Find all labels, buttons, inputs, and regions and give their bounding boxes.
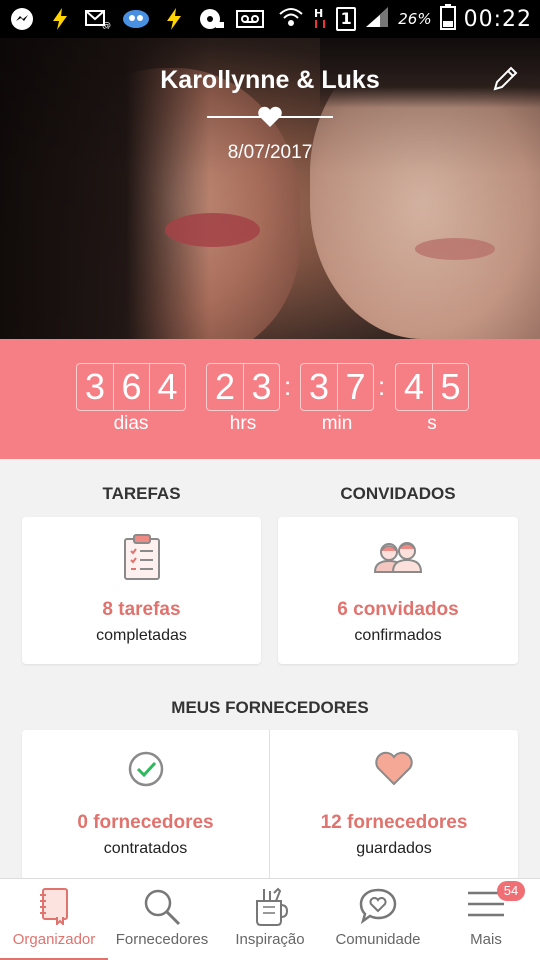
checkmark-circle-icon (128, 751, 163, 787)
saved-count: 12 fornecedores (320, 812, 468, 833)
hours-digits: 2 3 (206, 363, 280, 411)
hired-caption: contratados (103, 840, 188, 857)
search-icon (144, 889, 181, 926)
tasks-card[interactable]: 8 tarefas completadas (22, 517, 261, 664)
vendors-heading: MEUS FORNECEDORES (171, 698, 369, 717)
seconds-label: s (427, 413, 437, 434)
lightning-icon (160, 8, 188, 30)
notification-badge: 54 (497, 881, 525, 901)
nav-label: Mais (470, 931, 502, 948)
nav-label: Organizador (12, 931, 96, 948)
messenger-icon (8, 8, 36, 30)
battery-icon (439, 4, 456, 34)
nav-inspiracao[interactable]: Inspiração (216, 879, 324, 960)
svg-text:H: H (314, 7, 323, 20)
app-notification-icon (122, 8, 150, 30)
wifi-icon (278, 6, 304, 32)
nav-organizador[interactable]: Organizador (0, 879, 108, 960)
time-separator: : (378, 371, 386, 401)
nav-comunidade[interactable]: Comunidade (324, 879, 432, 960)
voicemail-icon (236, 8, 264, 30)
clipboard-checklist-icon (123, 534, 160, 580)
minutes-digits: 3 7 (300, 363, 374, 411)
disc-icon (198, 8, 226, 30)
nav-label: Fornecedores (115, 931, 209, 948)
vendors-card: 0 fornecedores contratados 12 fornecedor… (22, 730, 518, 880)
countdown-panel: 3 6 4 2 3 : 3 7 : 4 5 dias hrs min s (0, 339, 540, 459)
digit: 7 (337, 364, 373, 410)
saved-vendors[interactable]: 12 fornecedores guardados (270, 730, 518, 880)
notebook-icon (40, 888, 68, 925)
sim-slot-icon: 1 (336, 7, 357, 31)
nav-label: Comunidade (335, 931, 421, 948)
digit: 3 (308, 366, 330, 407)
heart-icon (375, 751, 413, 786)
bottom-navigation: Organizador Fornecedores Inspiração Comu… (0, 878, 540, 960)
couple-photo: Karollynne & Luks 8/07/2017 (0, 38, 540, 339)
guests-count: 6 convidados (337, 599, 459, 620)
signal-h-icon: H (312, 5, 328, 33)
digit: 6 (113, 364, 149, 410)
time-separator: : (284, 371, 292, 401)
guests-heading: CONVIDADOS (340, 484, 456, 503)
clock: 00:22 (463, 6, 532, 32)
days-label: dias (113, 413, 149, 434)
digit: 4 (403, 366, 425, 407)
chat-heart-icon (359, 888, 397, 925)
hired-count: 0 fornecedores (77, 812, 214, 833)
minutes-label: min (321, 413, 353, 434)
heart-icon (258, 106, 282, 127)
couple-names: Karollynne & Luks (160, 66, 380, 94)
lightning-icon (46, 8, 74, 30)
saved-caption: guardados (356, 840, 432, 857)
guests-card[interactable]: 6 convidados confirmados (278, 517, 518, 664)
digit: 2 (214, 366, 236, 407)
status-bar: @ H 1 26% 00:22 (0, 0, 540, 38)
tasks-heading: TAREFAS (102, 484, 181, 503)
digit: 5 (432, 364, 468, 410)
digit: 4 (149, 364, 185, 410)
wedding-date: 8/07/2017 (227, 142, 313, 163)
hired-vendors[interactable]: 0 fornecedores contratados (22, 730, 269, 880)
battery-percent: 26% (398, 10, 432, 28)
hours-label: hrs (229, 413, 257, 434)
tasks-count: 8 tarefas (102, 599, 181, 620)
cell-signal-icon (364, 6, 390, 32)
nav-label: Inspiração (235, 931, 305, 948)
guests-couple-icon (373, 542, 423, 573)
edit-pencil-icon[interactable] (490, 64, 520, 94)
digit: 3 (243, 364, 279, 410)
guests-caption: confirmados (354, 627, 442, 644)
tasks-caption: completadas (96, 627, 187, 644)
nav-fornecedores[interactable]: Fornecedores (108, 879, 216, 960)
digit: 3 (84, 366, 106, 407)
svg-text:@: @ (102, 21, 111, 29)
mail-at-icon: @ (84, 8, 112, 30)
days-digits: 3 6 4 (76, 363, 186, 411)
seconds-digits: 4 5 (395, 363, 469, 411)
cup-icon (256, 887, 288, 926)
